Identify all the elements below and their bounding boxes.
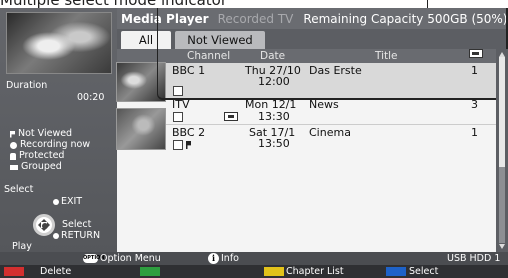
row-checkbox[interactable] [173, 140, 183, 150]
list-item[interactable]: 13:30 [116, 108, 496, 150]
annotation-leader-line [427, 0, 428, 8]
row-count: 3 [471, 99, 478, 109]
yellow-key-icon[interactable] [264, 267, 284, 276]
storage-device-label: USB HDD 1 [447, 253, 501, 264]
tab-all[interactable]: All [121, 31, 171, 49]
remaining-capacity: Remaining Capacity 500GB (50%) [303, 11, 508, 26]
color-key-bar: Delete Chapter List Select [0, 265, 508, 278]
row-time: 13:30 [258, 110, 290, 123]
return-help: RETURN [53, 230, 100, 241]
info-label: Info [221, 253, 239, 264]
media-player-screen: Duration 00:20 Not Viewed Recording now … [0, 8, 508, 278]
scroll-down-icon[interactable] [499, 244, 505, 252]
title-bar: Media Player Recorded TV Remaining Capac… [117, 8, 508, 29]
column-header: Channel Date Title [117, 49, 496, 63]
red-key-icon[interactable] [4, 267, 24, 276]
row-title: Cinema [309, 126, 351, 139]
recordings-list: BBC 1 Thu 27/10 12:00 Das Erste 1 ITV Mo… [116, 62, 496, 252]
option-menu-label: Option Menu [100, 253, 161, 264]
exit-help: EXIT [53, 196, 82, 207]
annotation-strip: Multiple select mode indicator [0, 0, 508, 8]
scroll-up-icon[interactable] [499, 49, 505, 57]
list-scrollbar[interactable] [496, 49, 508, 252]
legend-grouped: Grouped [10, 162, 62, 172]
dpad-select-label: Select [62, 219, 92, 230]
play-help-label: Play [12, 241, 32, 252]
preview-thumbnail [6, 12, 112, 74]
yellow-key-label: Chapter List [286, 266, 344, 277]
blue-key-icon[interactable] [386, 267, 406, 276]
legend-label: Recording now [20, 139, 91, 150]
scroll-thumb[interactable] [499, 57, 505, 167]
legend-recording-now: Recording now [10, 140, 90, 150]
app-title: Media Player [121, 11, 209, 26]
legend-protected: Protected [10, 151, 64, 161]
recording-dot-icon [10, 141, 17, 149]
chapter-icon [224, 112, 238, 121]
row-date: Mon 12/1 [245, 99, 297, 109]
exit-button-icon [53, 198, 59, 205]
list-item[interactable]: ITV Mon 12/1 News 3 [117, 99, 496, 109]
row-checkbox[interactable] [173, 112, 183, 122]
option-button-icon: OPTION [83, 254, 105, 263]
info-button-icon: i [208, 253, 219, 264]
row-channel: BBC 2 [172, 126, 206, 139]
select-help-label: Select [4, 184, 34, 195]
column-title: Title [375, 50, 398, 62]
return-label: RETURN [61, 230, 101, 241]
info-bar: OPTION Option Menu i Info USB HDD 1 [0, 252, 508, 265]
dpad-icon [33, 214, 55, 236]
chapter-count-icon [469, 49, 483, 58]
row-channel: ITV [172, 99, 190, 109]
row-title: Das Erste [309, 64, 362, 77]
list-item[interactable]: BBC 1 Thu 27/10 12:00 Das Erste 1 [116, 62, 496, 102]
exit-label: EXIT [61, 196, 83, 207]
filter-tabs: All Not Viewed [117, 29, 508, 49]
row-count: 1 [471, 64, 478, 77]
flag-icon [10, 130, 15, 138]
legend-label: Protected [19, 150, 65, 161]
return-button-icon [53, 232, 59, 239]
recording-thumbnail [116, 62, 166, 102]
column-date: Date [260, 50, 286, 62]
red-key-label: Delete [40, 266, 72, 277]
tab-not-viewed[interactable]: Not Viewed [175, 31, 265, 49]
blue-key-label: Select [409, 266, 439, 277]
annotation-text: Multiple select mode indicator [0, 0, 227, 8]
row-time: 13:50 [258, 137, 290, 150]
row-title: News [309, 99, 339, 109]
left-info-panel: Duration 00:20 Not Viewed Recording now … [0, 8, 117, 252]
lock-icon [10, 152, 16, 160]
row-count: 1 [471, 126, 478, 139]
row-channel: BBC 1 [172, 64, 206, 77]
flag-icon [186, 141, 191, 149]
group-icon [10, 164, 18, 170]
list-item[interactable]: BBC 2 Sat 17/1 13:50 Cinema 1 [117, 126, 496, 160]
legend-label: Grouped [21, 161, 62, 172]
column-channel: Channel [187, 50, 231, 62]
duration-label: Duration [6, 80, 48, 91]
row-checkbox[interactable] [173, 86, 183, 96]
duration-value: 00:20 [77, 92, 105, 103]
green-key-icon[interactable] [140, 267, 160, 276]
row-time: 12:00 [258, 75, 290, 88]
legend-not-viewed: Not Viewed [10, 129, 72, 139]
section-title: Recorded TV [217, 11, 294, 26]
legend-label: Not Viewed [18, 128, 73, 139]
